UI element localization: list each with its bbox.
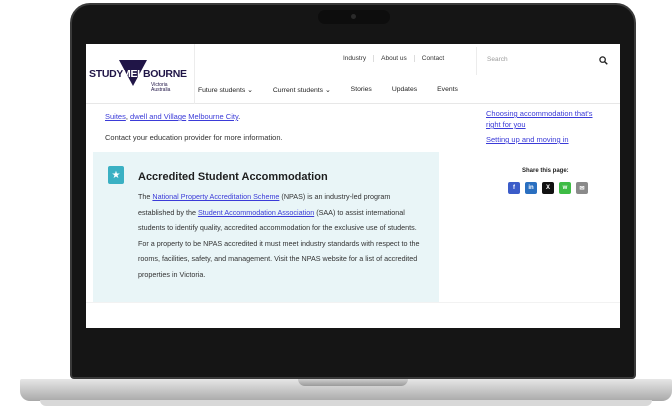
nav-future-students[interactable]: Future students ⌄: [198, 86, 253, 94]
accredited-accommodation-callout: ★ Accredited Student Accommodation The N…: [93, 152, 439, 304]
link-choosing-accommodation[interactable]: Choosing accommodation that's right for …: [486, 108, 596, 130]
callout-text-3: (SAA) to assist international students t…: [138, 207, 420, 279]
laptop-base-notch: [298, 379, 408, 386]
logo-word-bourne: BOURNE: [143, 68, 187, 80]
wechat-share-icon[interactable]: w: [559, 182, 571, 194]
nav-events[interactable]: Events: [437, 86, 458, 94]
search-box[interactable]: Search: [476, 47, 620, 75]
x-share-icon[interactable]: X: [542, 182, 554, 194]
search-icon[interactable]: [599, 56, 608, 65]
link-dwell-village[interactable]: dwell and Village: [130, 112, 186, 121]
star-bookmark-icon: ★: [108, 166, 124, 184]
contact-provider-text: Contact your education provider for more…: [105, 133, 283, 142]
linkedin-share-icon[interactable]: in: [525, 182, 537, 194]
nav-updates[interactable]: Updates: [392, 86, 417, 94]
intro-end: .: [238, 112, 241, 121]
link-melbourne-city[interactable]: Melbourne City: [188, 112, 238, 121]
callout-body: The National Property Accreditation Sche…: [138, 189, 428, 282]
util-nav-industry[interactable]: Industry: [336, 55, 373, 62]
facebook-share-icon[interactable]: f: [508, 182, 520, 194]
intro-accommodation-links: Suites, dwell and Village Melbourne City…: [105, 112, 240, 121]
utility-nav: Industry About us Contact: [336, 55, 451, 62]
laptop-screen: STUDY MEL BOURNE Victoria Australia Indu…: [86, 44, 620, 328]
nav-stories[interactable]: Stories: [351, 86, 372, 94]
link-suites[interactable]: Suites: [105, 112, 126, 121]
main-nav: Future students ⌄ Current students ⌄ Sto…: [198, 86, 478, 94]
related-links: Choosing accommodation that's right for …: [486, 108, 596, 149]
page-bottom: [86, 302, 620, 328]
site-header: STUDY MEL BOURNE Victoria Australia Indu…: [86, 44, 620, 104]
util-nav-about-us[interactable]: About us: [373, 55, 414, 62]
callout-title: Accredited Student Accommodation: [138, 171, 328, 183]
logo-sub-australia: Australia: [151, 87, 171, 93]
study-melbourne-logo[interactable]: STUDY MEL BOURNE Victoria Australia: [89, 58, 189, 98]
share-label: Share this page:: [522, 168, 569, 174]
nav-current-students[interactable]: Current students ⌄: [273, 86, 331, 94]
logo-word-mel: MEL: [122, 68, 144, 80]
camera-icon: [351, 14, 356, 19]
link-saa[interactable]: Student Accommodation Association: [198, 208, 314, 217]
logo-word-study: STUDY: [89, 68, 124, 80]
link-npas[interactable]: National Property Accreditation Scheme: [152, 192, 279, 201]
header-divider: [194, 44, 195, 104]
email-share-icon[interactable]: ✉: [576, 182, 588, 194]
search-input[interactable]: Search: [487, 56, 508, 63]
share-buttons: f in X w ✉: [508, 182, 593, 194]
laptop-base-shadow: [40, 400, 652, 406]
util-nav-contact[interactable]: Contact: [413, 55, 451, 62]
callout-text-1: The: [138, 192, 153, 201]
link-setting-up[interactable]: Setting up and moving in: [486, 134, 596, 145]
